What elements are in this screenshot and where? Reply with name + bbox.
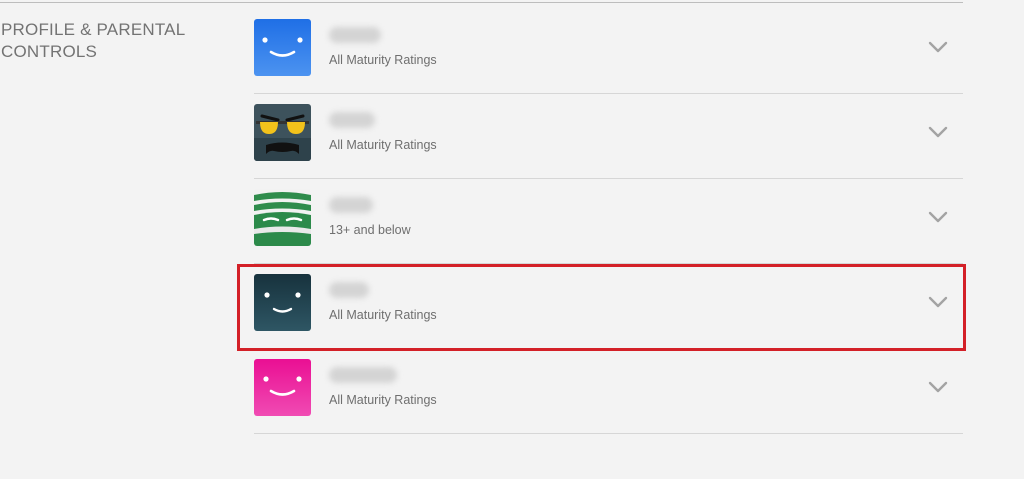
chevron-down-icon[interactable] — [927, 294, 949, 310]
chevron-down-icon[interactable] — [927, 379, 949, 395]
profile-row[interactable]: All Maturity Ratings — [254, 94, 963, 179]
chevron-down-icon[interactable] — [927, 209, 949, 225]
profile-name-blurred — [329, 112, 375, 128]
profile-row[interactable]: All Maturity Ratings — [254, 9, 963, 94]
section-title: PROFILE & PARENTAL CONTROLS — [1, 20, 185, 61]
top-divider — [0, 2, 963, 3]
profile-name-blurred — [329, 197, 373, 213]
smiley-pink-icon — [254, 359, 311, 416]
smiley-dark-teal-icon — [254, 274, 311, 331]
profile-maturity-rating: All Maturity Ratings — [329, 393, 437, 407]
chevron-down-icon[interactable] — [927, 39, 949, 55]
profile-name-blurred — [329, 282, 369, 298]
profile-maturity-rating: All Maturity Ratings — [329, 53, 437, 67]
profile-maturity-rating: All Maturity Ratings — [329, 308, 437, 322]
profile-maturity-rating: 13+ and below — [329, 223, 411, 237]
chevron-down-icon[interactable] — [927, 124, 949, 140]
profile-row[interactable]: All Maturity Ratings — [254, 349, 963, 434]
profile-list: All Maturity Ratings All Maturity Rating… — [254, 9, 963, 434]
profile-name-blurred — [329, 367, 397, 383]
sunglasses-mustache-icon — [254, 104, 311, 161]
profile-maturity-rating: All Maturity Ratings — [329, 138, 437, 152]
profile-row[interactable]: All Maturity Ratings — [254, 264, 963, 349]
profile-name-blurred — [329, 27, 381, 43]
smiley-blue-icon — [254, 19, 311, 76]
profile-row[interactable]: 13+ and below — [254, 179, 963, 264]
green-mummy-icon — [254, 189, 311, 246]
